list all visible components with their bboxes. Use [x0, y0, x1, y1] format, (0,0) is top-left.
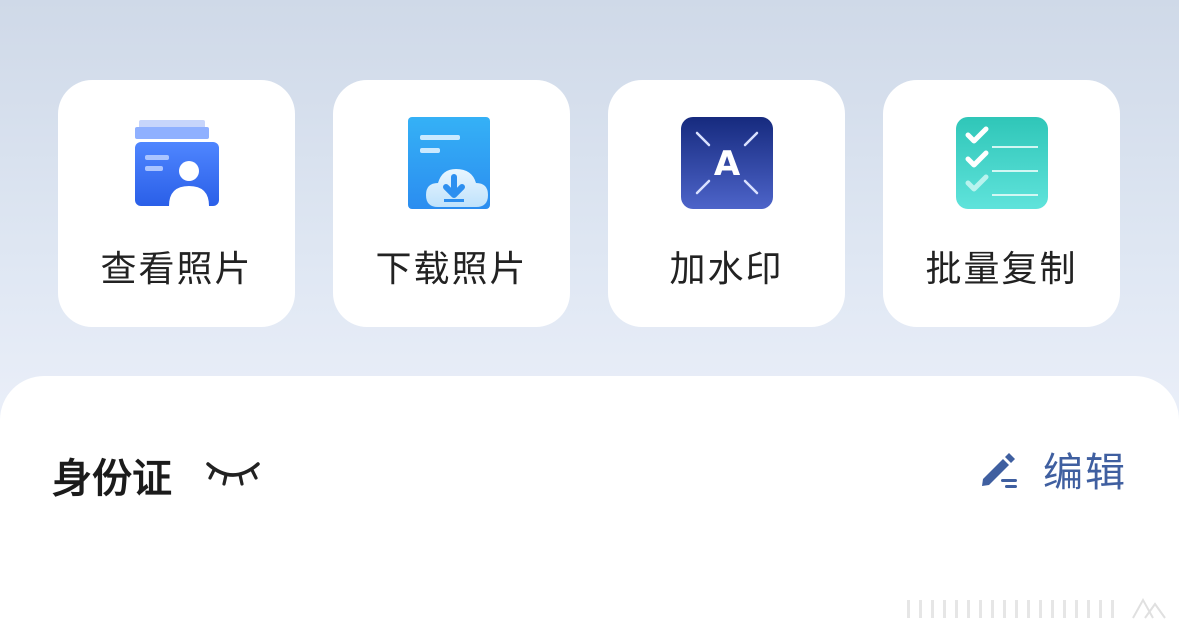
view-photos-label: 查看照片 — [100, 249, 253, 290]
watermark-decoration — [907, 597, 1166, 619]
card-title: 身份证 — [52, 456, 172, 502]
download-photos-label: 下载照片 — [375, 249, 528, 290]
watermark-icon: A — [681, 117, 773, 209]
add-watermark-label: 加水印 — [669, 249, 784, 290]
id-card-icon — [135, 120, 219, 206]
batch-copy-button[interactable]: 批量复制 — [883, 80, 1120, 327]
view-photos-button[interactable]: 查看照片 — [58, 80, 295, 327]
eye-closed-icon[interactable] — [204, 456, 262, 490]
svg-text:A: A — [714, 144, 741, 184]
edit-label: 编辑 — [1043, 450, 1127, 496]
pencil-icon — [982, 453, 1017, 488]
download-photos-button[interactable]: 下载照片 — [333, 80, 570, 327]
cloud-download-icon — [408, 117, 490, 209]
id-card-panel: 身份证 编辑 — [0, 376, 1179, 636]
checklist-icon — [956, 117, 1048, 209]
edit-button[interactable]: 编辑 — [979, 444, 1127, 496]
add-watermark-button[interactable]: A 加水印 — [608, 80, 845, 327]
quick-actions: 查看照片 下载照片 A 加水印 批量复制 — [58, 80, 1121, 327]
batch-copy-label: 批量复制 — [925, 249, 1078, 290]
